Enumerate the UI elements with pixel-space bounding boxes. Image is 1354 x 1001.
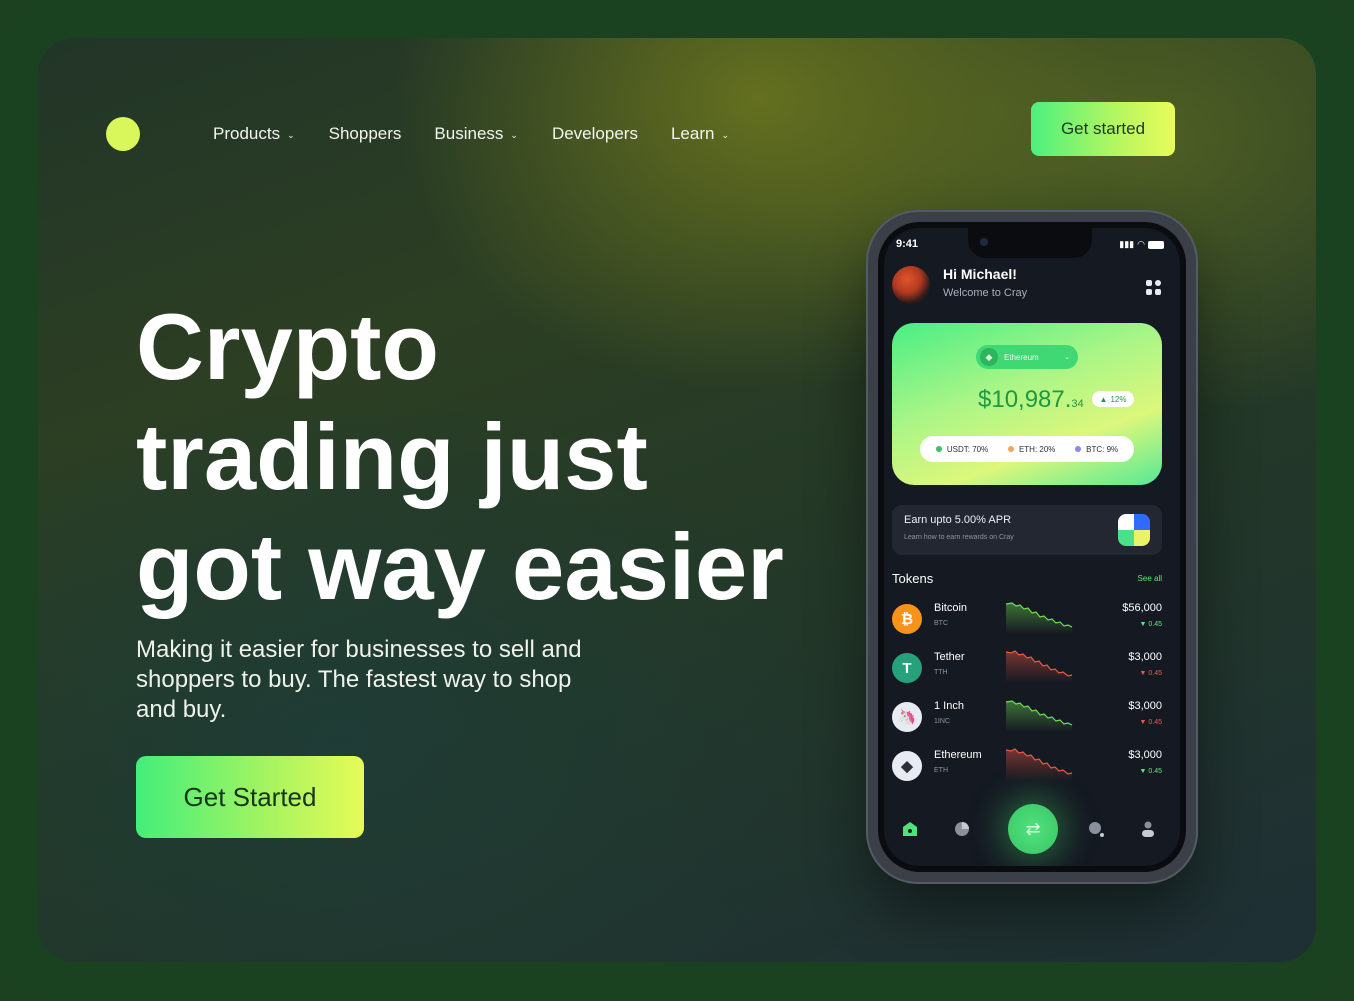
tth-coin-icon: T: [892, 653, 922, 683]
signal-icon: ▮▮▮: [1119, 239, 1135, 249]
battery-icon: [1148, 240, 1164, 249]
phone-mockup: 9:41 ▮▮▮ ◠ Hi Michael! Welcome to Cray ◆: [868, 212, 1196, 882]
logo[interactable]: [106, 117, 140, 151]
earn-subtitle: Learn how to earn rewards on Cray: [904, 534, 1014, 541]
token-name: Bitcoin: [934, 602, 968, 614]
token-name: Ethereum: [934, 749, 982, 761]
token-symbol: TTH: [934, 669, 948, 676]
sparkline-chart: [1006, 650, 1073, 683]
get-started-nav-button[interactable]: Get started: [1031, 102, 1175, 156]
nav-item-shoppers[interactable]: Shoppers: [329, 122, 402, 146]
allocation-eth: ETH: 20%: [1007, 445, 1055, 454]
token-change: ▼ 0.45: [1139, 670, 1163, 677]
token-price: $3,000: [1128, 651, 1162, 663]
swap-button[interactable]: ⇄: [1008, 804, 1058, 854]
balance-amount: $10,987.34: [978, 386, 1084, 413]
main-nav: Products ⌄ Shoppers Business ⌄ Developers …: [213, 122, 729, 146]
see-all-link[interactable]: See all: [1138, 574, 1162, 583]
profile-icon[interactable]: [1140, 821, 1156, 837]
coin-selector[interactable]: ◆ Ethereum ⌄: [976, 345, 1078, 369]
token-name: Tether: [934, 651, 965, 663]
status-time: 9:41: [896, 238, 919, 250]
token-price: $3,000: [1128, 700, 1162, 712]
earn-card[interactable]: Earn upto 5.00% APR Learn how to earn re…: [892, 505, 1162, 555]
avatar[interactable]: [892, 266, 930, 304]
token-symbol: BTC: [934, 620, 948, 627]
nav-item-learn[interactable]: Learn ⌄: [671, 122, 729, 146]
sparkline-chart: [1006, 700, 1073, 732]
search-icon[interactable]: [1088, 821, 1104, 837]
rewards-icon: [1118, 514, 1150, 546]
token-row[interactable]: ◆ Ethereum ETH $3,000 ▼ 0.45: [892, 747, 1162, 787]
allocation-btc: BTC: 9%: [1075, 445, 1118, 454]
token-symbol: ETH: [934, 767, 948, 774]
token-change: ▼ 0.45: [1139, 719, 1163, 726]
get-started-hero-button[interactable]: Get Started: [136, 756, 364, 838]
welcome-text: Welcome to Cray: [943, 287, 1028, 299]
token-row[interactable]: T Tether TTH $3,000 ▼ 0.45: [892, 649, 1162, 689]
sparkline-chart: [1006, 748, 1073, 781]
ethereum-icon: ◆: [980, 348, 998, 366]
btc-coin-icon: ₿: [892, 604, 922, 634]
1inc-coin-icon: 🦄: [892, 702, 922, 732]
token-row[interactable]: ₿ Bitcoin BTC $56,000 ▼ 0.45: [892, 600, 1162, 640]
token-change: ▼ 0.45: [1139, 621, 1163, 628]
home-icon[interactable]: [902, 821, 918, 837]
tokens-heading: Tokens: [892, 571, 934, 586]
phone-notch: [968, 228, 1092, 258]
chevron-down-icon: ⌄: [510, 129, 518, 140]
token-change: ▼ 0.45: [1139, 768, 1163, 775]
change-badge: ▲ 12%: [1092, 391, 1134, 407]
phone-screen: 9:41 ▮▮▮ ◠ Hi Michael! Welcome to Cray ◆: [884, 228, 1180, 866]
tab-bar: ⇄: [884, 788, 1180, 866]
arrow-up-icon: ▲: [1099, 394, 1108, 404]
swap-icon: ⇄: [1025, 818, 1041, 839]
token-symbol: 1INC: [934, 718, 950, 725]
nav-item-developers[interactable]: Developers: [552, 122, 638, 146]
token-row[interactable]: 🦄 1 Inch 1INC $3,000 ▼ 0.45: [892, 698, 1162, 738]
wifi-icon: ◠: [1137, 239, 1145, 249]
balance-card: ◆ Ethereum ⌄ $10,987.34 ▲ 12% USDT: 70% E…: [892, 323, 1162, 485]
allocation-usdt: USDT: 70%: [935, 445, 988, 454]
hero-headline: Crypto trading just got way easier: [136, 294, 784, 619]
chevron-down-icon: ⌄: [721, 129, 729, 140]
token-name: 1 Inch: [934, 700, 964, 712]
chevron-down-icon: ⌄: [1064, 354, 1070, 361]
hero-section: Products ⌄ Shoppers Business ⌄ Developers …: [38, 38, 1316, 962]
nav-item-products[interactable]: Products ⌄: [213, 122, 295, 146]
greeting: Hi Michael!: [943, 266, 1017, 282]
nav-item-business[interactable]: Business ⌄: [434, 122, 518, 146]
status-icons: ▮▮▮ ◠: [1119, 239, 1164, 250]
hero-subtext: Making it easier for businesses to sell …: [136, 636, 582, 723]
menu-grid-icon[interactable]: [1146, 280, 1162, 296]
eth-coin-icon: ◆: [892, 751, 922, 781]
chart-icon[interactable]: [954, 821, 970, 837]
token-price: $3,000: [1128, 749, 1162, 761]
earn-title: Earn upto 5.00% APR: [904, 514, 1012, 526]
token-price: $56,000: [1122, 602, 1162, 614]
allocation-bar: USDT: 70% ETH: 20% BTC: 9%: [920, 436, 1134, 462]
sparkline-chart: [1006, 602, 1073, 634]
chevron-down-icon: ⌄: [287, 129, 295, 140]
